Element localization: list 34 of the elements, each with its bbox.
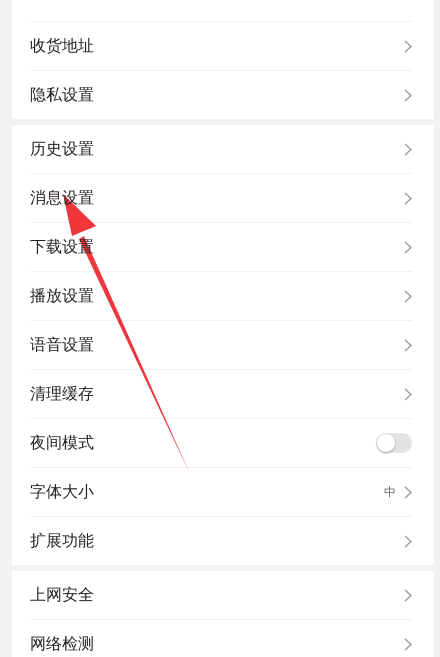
chevron-icon xyxy=(404,338,412,352)
chevron-icon xyxy=(404,486,412,498)
chevron-icon xyxy=(404,638,412,650)
settings-row[interactable]: 隐私设置 xyxy=(30,71,412,119)
chevron-icon xyxy=(404,192,412,204)
row-label: 隐私设置 xyxy=(30,84,94,106)
row-label: 历史设置 xyxy=(30,138,94,160)
chevron-icon xyxy=(404,534,412,548)
row-label: 网络检测 xyxy=(30,634,94,654)
row-value: 中 xyxy=(384,484,396,500)
settings-row[interactable]: 扩展功能 xyxy=(30,517,412,565)
row-label: 播放设置 xyxy=(30,286,94,306)
chevron-icon xyxy=(404,388,412,400)
chevron-icon xyxy=(404,290,412,302)
settings-row[interactable]: 字体大小 中 xyxy=(30,468,412,517)
settings-row[interactable]: 夜间模式 xyxy=(30,419,412,468)
row-label: 扩展功能 xyxy=(30,530,94,552)
settings-row[interactable]: 历史设置 xyxy=(30,125,412,174)
row-label: 消息设置 xyxy=(30,188,94,208)
chevron-icon xyxy=(404,240,412,254)
row-label: 收货地址 xyxy=(30,36,94,56)
chevron-icon xyxy=(404,588,412,602)
row-label: 语音设置 xyxy=(30,334,94,356)
settings-row[interactable]: 收货地址 xyxy=(30,22,412,71)
row-label: 夜间模式 xyxy=(30,432,94,454)
chevron-icon xyxy=(404,40,412,52)
chevron-icon xyxy=(404,142,412,156)
row-label: 清理缓存 xyxy=(30,384,94,404)
settings-row[interactable]: 网络检测 xyxy=(30,620,412,657)
row-label: 上网安全 xyxy=(30,584,94,606)
settings-row[interactable]: 上网安全 xyxy=(30,571,412,620)
chevron-icon xyxy=(404,88,412,102)
row-label: 字体大小 xyxy=(30,482,94,502)
toggle-switch[interactable] xyxy=(376,433,412,453)
